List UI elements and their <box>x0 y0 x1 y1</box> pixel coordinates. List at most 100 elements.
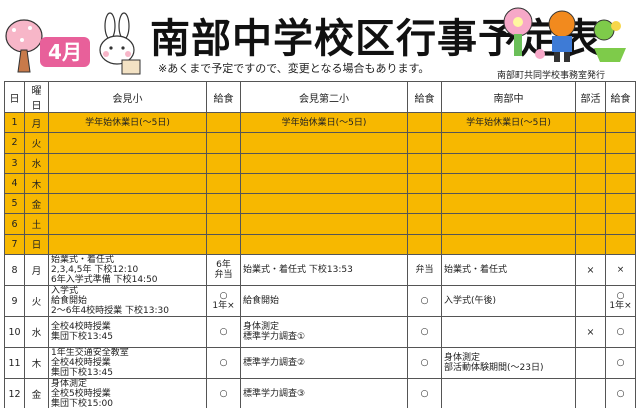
aimi-lunch-cell <box>206 213 241 235</box>
aimi-event-cell <box>48 172 207 195</box>
weekday-cell: 土 <box>24 213 49 235</box>
nanbu-event-cell: 始業式・着任式 <box>441 254 576 287</box>
day-cell: 12 <box>4 378 25 408</box>
nanbu-event-cell <box>441 172 576 195</box>
aimi-lunch-cell <box>206 111 241 134</box>
nanbu-club-cell <box>575 152 606 174</box>
aimi-lunch-cell: 6年 弁当 <box>206 254 241 287</box>
weekday-cell: 金 <box>24 378 49 408</box>
aimi-daini-lunch-cell <box>407 132 442 154</box>
aimi-daini-lunch-cell <box>407 152 442 174</box>
schedule-body: 1 月学年始休業日(～5日) 学年始休業日(～5日) 学年始休業日(～5日) 2 火 3 水 4… <box>4 111 636 408</box>
table-row: 1 月学年始休業日(～5日) 学年始休業日(～5日) 学年始休業日(～5日) <box>4 111 636 134</box>
table-row: 2火 <box>4 132 636 154</box>
aimi-event-cell <box>48 193 207 215</box>
aimi-daini-lunch-cell <box>407 213 442 235</box>
nanbu-lunch-cell <box>605 233 636 256</box>
nanbu-club-cell <box>575 172 606 195</box>
aimi-daini-lunch-cell: 弁当 <box>407 254 442 287</box>
day-cell: 7 <box>4 233 25 256</box>
nanbu-lunch-cell: ○ <box>605 378 636 408</box>
nanbu-club-cell <box>575 213 606 235</box>
nanbu-event-cell <box>441 193 576 215</box>
weekday-cell: 火 <box>24 132 49 154</box>
aimi-daini-lunch-cell: ○ <box>407 347 442 380</box>
col-header-nanbu-junior-high: 南部中 <box>441 81 576 113</box>
aimi-daini-lunch-cell <box>407 111 442 134</box>
weekday-cell: 水 <box>24 316 49 349</box>
table-row: 5金 <box>4 193 636 215</box>
nanbu-club-cell <box>575 132 606 154</box>
aimi-lunch-cell: ○ <box>206 316 241 349</box>
table-row: 7日 <box>4 233 636 256</box>
aimi-event-cell <box>48 233 207 256</box>
weekday-cell: 日 <box>24 233 49 256</box>
weekday-cell: 火 <box>24 285 49 318</box>
aimi-daini-lunch-cell: ○ <box>407 378 442 408</box>
nanbu-club-cell: × <box>575 316 606 349</box>
table-row: 11 木 1年生交通安全教室 全校4校時授業 集団下校13:45 ○ 標準学力調査② ○ 身体測… <box>4 347 636 380</box>
aimi-event-cell: 1年生交通安全教室 全校4校時授業 集団下校13:45 <box>48 347 207 380</box>
col-header-lunch-3: 給食 <box>605 81 636 113</box>
aimi-daini-event-cell: 標準学力調査② <box>240 347 408 380</box>
aimi-lunch-cell: ○ <box>206 378 241 408</box>
aimi-daini-lunch-cell: ○ <box>407 285 442 318</box>
nanbu-club-cell <box>575 347 606 380</box>
nanbu-lunch-cell <box>605 111 636 134</box>
nanbu-lunch-cell <box>605 132 636 154</box>
nanbu-event-cell <box>441 132 576 154</box>
nanbu-club-cell <box>575 193 606 215</box>
aimi-daini-lunch-cell <box>407 233 442 256</box>
aimi-lunch-cell <box>206 233 241 256</box>
weekday-cell: 木 <box>24 347 49 380</box>
aimi-daini-lunch-cell: ○ <box>407 316 442 349</box>
aimi-daini-event-cell <box>240 172 408 195</box>
aimi-daini-event-cell <box>240 132 408 154</box>
nanbu-club-cell: × <box>575 254 606 287</box>
aimi-event-cell: 身体測定 全校5校時授業 集団下校15:00 <box>48 378 207 408</box>
nanbu-club-cell <box>575 111 606 134</box>
table-row: 9 火入学式 給食開始 2～6年4校時授業 下校13:30 ○ 1年× 給食開始 ○ 入学式(午… <box>4 285 636 318</box>
issuer-label: 南部町共同学校事務室発行 <box>497 71 606 81</box>
aimi-lunch-cell <box>206 193 241 215</box>
day-cell: 2 <box>4 132 25 154</box>
nanbu-event-cell: 身体測定 部活動体験期間(～23日) <box>441 347 576 380</box>
day-cell: 8 <box>4 254 25 287</box>
aimi-daini-event-cell: 身体測定 標準学力調査① <box>240 316 408 349</box>
nanbu-club-cell <box>575 285 606 318</box>
weekday-cell: 月 <box>24 111 49 134</box>
aimi-lunch-cell: ○ 1年× <box>206 285 241 318</box>
col-header-weekday: 曜日 <box>24 81 49 113</box>
nanbu-lunch-cell: × <box>605 254 636 287</box>
aimi-daini-event-cell: 始業式・着任式 下校13:53 <box>240 254 408 287</box>
nanbu-event-cell: 学年始休業日(～5日) <box>441 111 576 134</box>
nanbu-club-cell <box>575 233 606 256</box>
aimi-lunch-cell <box>206 172 241 195</box>
col-header-aimi-daini-elementary: 会見第二小 <box>240 81 408 113</box>
col-header-club: 部活 <box>575 81 606 113</box>
nanbu-lunch-cell <box>605 213 636 235</box>
table-row: 3水 <box>4 152 636 174</box>
col-header-aimi-elementary: 会見小 <box>48 81 207 113</box>
aimi-daini-event-cell <box>240 152 408 174</box>
weekday-cell: 木 <box>24 172 49 195</box>
aimi-event-cell: 学年始休業日(～5日) <box>48 111 207 134</box>
aimi-event-cell <box>48 213 207 235</box>
subtitle-note: ※あくまで予定ですので、変更となる場合もあります。 <box>158 62 430 75</box>
day-cell: 6 <box>4 213 25 235</box>
weekday-cell: 金 <box>24 193 49 215</box>
nanbu-lunch-cell: ○ 1年× <box>605 285 636 318</box>
nanbu-lunch-cell: ○ <box>605 316 636 349</box>
aimi-lunch-cell <box>206 152 241 174</box>
page-header: 4月 南部中学校区行事予定表 ※あくまで予定ですので、変更となる場合もあります。… <box>0 0 640 81</box>
col-header-lunch-2: 給食 <box>407 81 442 113</box>
nanbu-club-cell <box>575 378 606 408</box>
table-row: 6土 <box>4 213 636 235</box>
nanbu-lunch-cell <box>605 172 636 195</box>
day-cell: 11 <box>4 347 25 380</box>
aimi-daini-event-cell <box>240 193 408 215</box>
aimi-daini-event-cell <box>240 233 408 256</box>
aimi-event-cell <box>48 152 207 174</box>
nanbu-event-cell <box>441 316 576 349</box>
day-cell: 1 <box>4 111 25 134</box>
